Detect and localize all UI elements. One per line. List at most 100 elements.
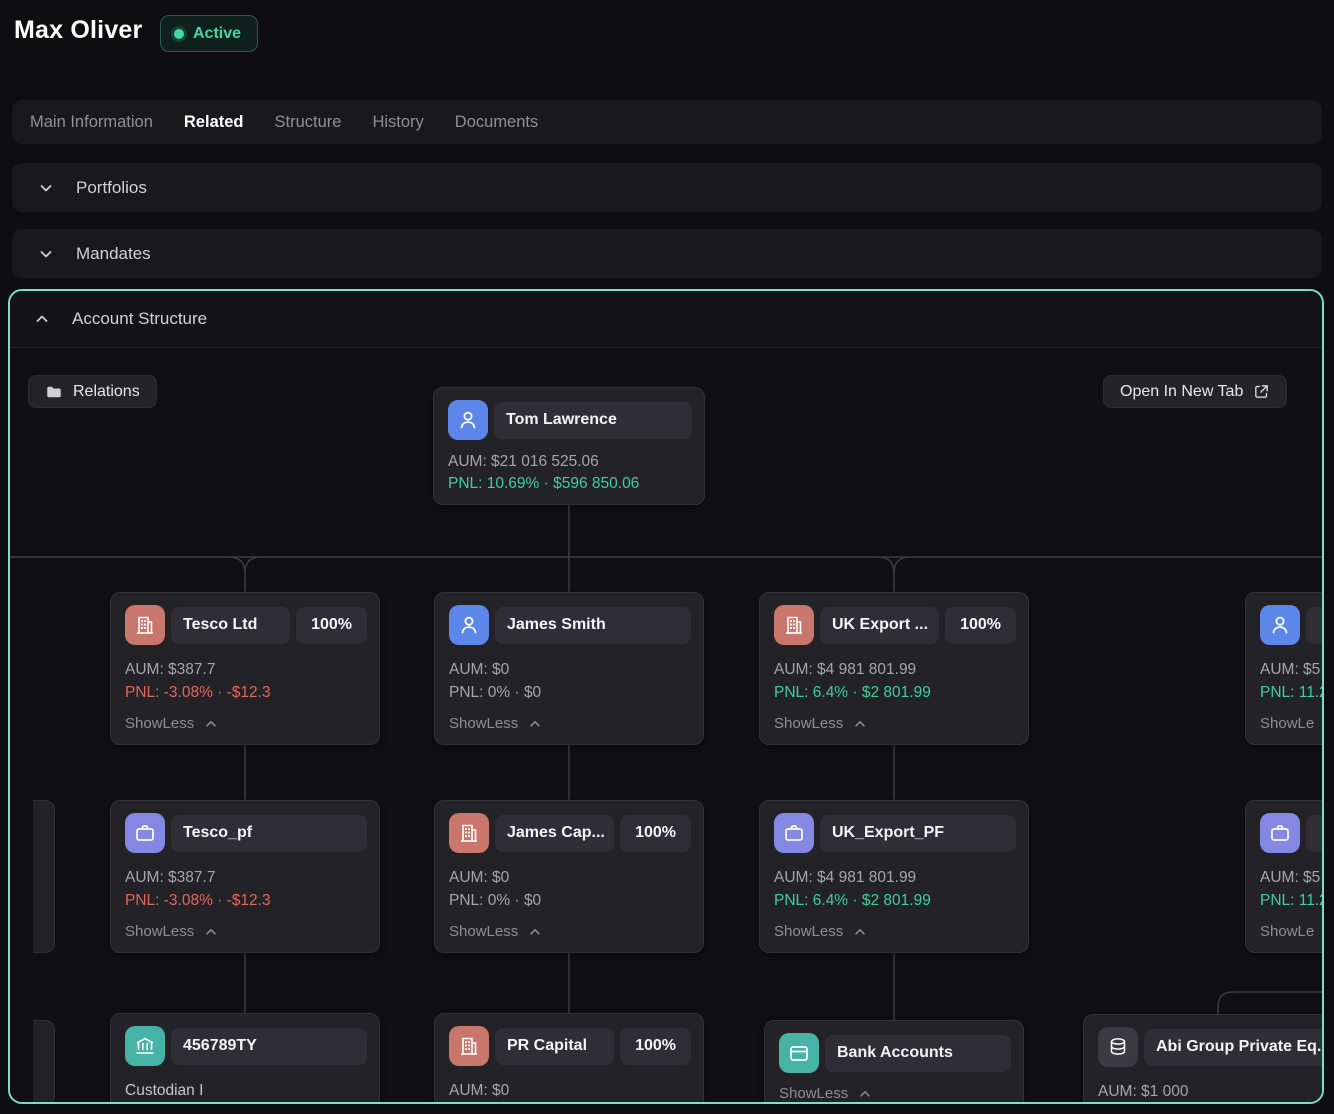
folder-icon [45, 383, 63, 401]
node-aum: AUM: $4 981 801.99 [774, 661, 1014, 679]
show-less-toggle[interactable]: ShowLe [1260, 715, 1322, 732]
coins-icon [1098, 1027, 1138, 1067]
tree-node-clipped-right-1[interactable]: AUM: $5 PNL: 11.2 ShowLe [1245, 592, 1322, 745]
tree-node-james-smith[interactable]: James Smith AUM: $0 PNL: 0% · $0 ShowLes… [434, 592, 704, 745]
status-badge: Active [160, 15, 258, 52]
status-label: Active [193, 25, 241, 43]
show-less-label: ShowLess [449, 715, 518, 732]
tree-node-pr-capital[interactable]: PR Capital 100% AUM: $0 [434, 1013, 704, 1102]
node-name: Tesco Ltd [171, 607, 290, 644]
node-aum: AUM: $5 [1260, 869, 1322, 887]
chevron-down-icon [38, 180, 54, 196]
node-aum: AUM: $0 [449, 1082, 689, 1100]
chevron-up-icon [858, 1087, 872, 1101]
show-less-toggle[interactable]: ShowLess [125, 715, 365, 732]
tree-node-456789ty[interactable]: 456789TY Custodian I [110, 1013, 380, 1102]
external-link-icon [1253, 383, 1270, 400]
person-icon [1260, 605, 1300, 645]
tab-main-information[interactable]: Main Information [30, 113, 153, 132]
show-less-label: ShowLess [774, 923, 843, 940]
tab-related[interactable]: Related [184, 113, 244, 132]
node-aum: AUM: $387.7 [125, 869, 365, 887]
node-name: Abi Group Private Eq.. [1144, 1029, 1322, 1066]
briefcase-icon [1260, 813, 1300, 853]
node-percent-badge: 100% [296, 607, 367, 644]
status-dot-icon [174, 29, 184, 39]
node-pnl: PNL: 0% · $0 [449, 684, 689, 702]
node-percent-badge: 100% [945, 607, 1016, 644]
node-aum: AUM: $1 000 [1098, 1083, 1322, 1101]
tree-node-james-capital[interactable]: James Cap... 100% AUM: $0 PNL: 0% · $0 S… [434, 800, 704, 953]
open-in-new-tab-button[interactable]: Open In New Tab [1103, 375, 1287, 408]
node-pnl: PNL: 6.4% · $2 801.99 [774, 684, 1014, 702]
node-name: James Smith [495, 607, 691, 644]
relations-label: Relations [73, 383, 140, 401]
node-name: PR Capital [495, 1028, 614, 1065]
relations-button[interactable]: Relations [28, 375, 157, 408]
page-title: Max Oliver [14, 16, 142, 45]
chevron-up-icon [528, 925, 542, 939]
show-less-toggle[interactable]: ShowLess [125, 923, 365, 940]
node-name: Tesco_pf [171, 815, 367, 852]
node-pnl: PNL: 10.69% · $596 850.06 [448, 475, 690, 493]
node-aum: AUM: $0 [449, 869, 689, 887]
node-name: Bank Accounts [825, 1035, 1011, 1072]
chevron-down-icon [38, 246, 54, 262]
node-name [1306, 607, 1322, 644]
tree-node-tesco-pf[interactable]: Tesco_pf AUM: $387.7 PNL: -3.08% · -$12.… [110, 800, 380, 953]
node-percent-badge: 100% [620, 1028, 691, 1065]
chevron-up-icon [34, 311, 50, 327]
show-less-label: ShowLess [125, 923, 194, 940]
node-name: UK Export ... [820, 607, 939, 644]
section-portfolios[interactable]: Portfolios [12, 163, 1322, 212]
tree-node-clipped-right-2[interactable]: AUM: $5 PNL: 11.2 ShowLe [1245, 800, 1322, 953]
person-icon [448, 400, 488, 440]
node-pnl: PNL: 11.2 [1260, 892, 1322, 910]
section-portfolios-label: Portfolios [76, 178, 147, 198]
node-name: Tom Lawrence [494, 402, 692, 439]
tab-history[interactable]: History [372, 113, 423, 132]
tab-documents[interactable]: Documents [455, 113, 538, 132]
chevron-up-icon [853, 925, 867, 939]
node-aum: AUM: $5 [1260, 661, 1322, 679]
show-less-toggle[interactable]: ShowLess [774, 923, 1014, 940]
tree-node-tom-lawrence[interactable]: Tom Lawrence AUM: $21 016 525.06 PNL: 10… [433, 387, 705, 505]
show-less-toggle[interactable]: ShowLe [1260, 923, 1322, 940]
chevron-up-icon [528, 717, 542, 731]
company-icon [774, 605, 814, 645]
tree-node-uk-export[interactable]: UK Export ... 100% AUM: $4 981 801.99 PN… [759, 592, 1029, 745]
tree-node-uk-export-pf[interactable]: UK_Export_PF AUM: $4 981 801.99 PNL: 6.4… [759, 800, 1029, 953]
show-less-toggle[interactable]: ShowLess [779, 1085, 1009, 1102]
clipped-node-left-row2[interactable] [33, 800, 55, 953]
node-name: UK_Export_PF [820, 815, 1016, 852]
account-structure-tree: Relations Open In New Tab Tom Lawrence A… [10, 348, 1322, 1102]
company-icon [449, 1026, 489, 1066]
tab-bar: Main Information Related Structure Histo… [12, 100, 1322, 144]
chevron-up-icon [853, 717, 867, 731]
node-name [1306, 815, 1322, 852]
node-name: James Cap... [495, 815, 614, 852]
show-less-toggle[interactable]: ShowLess [774, 715, 1014, 732]
briefcase-icon [774, 813, 814, 853]
node-subtitle: Custodian I [125, 1082, 365, 1100]
node-aum: AUM: $4 981 801.99 [774, 869, 1014, 887]
tree-node-abi-group[interactable]: Abi Group Private Eq.. AUM: $1 000 [1083, 1014, 1322, 1102]
bank-icon [125, 1026, 165, 1066]
company-icon [449, 813, 489, 853]
account-structure-panel: Account Structure [8, 289, 1324, 1104]
section-mandates[interactable]: Mandates [12, 229, 1322, 278]
section-account-structure[interactable]: Account Structure [10, 291, 1322, 348]
clipped-node-left-row3[interactable] [33, 1020, 55, 1102]
section-mandates-label: Mandates [76, 244, 151, 264]
tree-node-bank-accounts[interactable]: Bank Accounts ShowLess [764, 1020, 1024, 1102]
show-less-label: ShowLe [1260, 923, 1314, 940]
card-icon [779, 1033, 819, 1073]
show-less-toggle[interactable]: ShowLess [449, 923, 689, 940]
open-in-new-tab-label: Open In New Tab [1120, 383, 1243, 401]
node-aum: AUM: $0 [449, 661, 689, 679]
tree-node-tesco-ltd[interactable]: Tesco Ltd 100% AUM: $387.7 PNL: -3.08% ·… [110, 592, 380, 745]
show-less-toggle[interactable]: ShowLess [449, 715, 689, 732]
tab-structure[interactable]: Structure [275, 113, 342, 132]
page: Max Oliver Active Main Information Relat… [0, 0, 1334, 1114]
node-aum: AUM: $387.7 [125, 661, 365, 679]
